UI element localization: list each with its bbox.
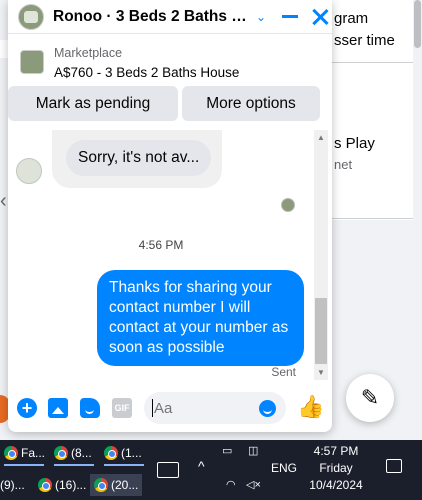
- minimize-icon[interactable]: [282, 15, 298, 18]
- notification-icon[interactable]: [386, 459, 402, 473]
- taskbar-active-indicator: [4, 464, 44, 466]
- chrome-icon: [38, 478, 52, 492]
- taskbar-chrome-window-active[interactable]: (20...: [90, 474, 143, 496]
- contact-avatar[interactable]: [18, 3, 44, 30]
- scroll-down-arrow-icon[interactable]: ▼: [317, 368, 325, 377]
- photo-icon[interactable]: [48, 398, 68, 418]
- taskbar-chrome-window[interactable]: Fa...: [4, 442, 45, 464]
- taskbar-item-label: (16)...: [55, 478, 87, 492]
- received-message-container: Sorry, it's not av...: [52, 130, 222, 188]
- listing-title[interactable]: A$760 - 3 Beds 2 Baths House: [54, 65, 239, 80]
- scroll-up-arrow-icon[interactable]: ▲: [317, 133, 325, 142]
- sent-message[interactable]: Thanks for sharing your contact number I…: [97, 270, 304, 366]
- page-scrollbar[interactable]: [413, 0, 422, 440]
- more-options-button[interactable]: More options: [182, 86, 320, 121]
- divider: [318, 62, 422, 63]
- chat-title[interactable]: Ronoo · 3 Beds 2 Baths Ho...: [53, 8, 248, 26]
- volume-muted-icon[interactable]: ◁×: [246, 478, 261, 491]
- page-scrollbar-thumb[interactable]: [414, 0, 421, 48]
- meet-now-icon[interactable]: ◫: [248, 444, 258, 457]
- clock-time: 4:57 PM: [313, 444, 359, 458]
- listing-thumbnail[interactable]: [20, 50, 44, 74]
- background-item-text[interactable]: gram: [334, 10, 368, 27]
- chat-scrollbar-thumb[interactable]: [315, 298, 327, 364]
- chrome-icon: [94, 478, 108, 492]
- message-timestamp: 4:56 PM: [138, 238, 184, 252]
- chrome-icon: [104, 446, 118, 460]
- taskbar-active-indicator: [54, 464, 94, 466]
- wifi-icon[interactable]: ◠: [226, 478, 236, 491]
- mark-as-pending-button[interactable]: Mark as pending: [8, 86, 178, 121]
- taskbar-item-label: Fa...: [21, 446, 46, 460]
- sticker-icon[interactable]: [80, 398, 100, 418]
- chat-header[interactable]: Ronoo · 3 Beds 2 Baths Ho... ⌄: [8, 0, 332, 34]
- message-composer: + GIF 👍: [8, 388, 332, 428]
- chevron-down-icon[interactable]: ⌄: [256, 10, 272, 24]
- chrome-icon: [4, 446, 18, 460]
- taskbar-item-label: (9)...: [0, 478, 25, 492]
- gif-icon[interactable]: GIF: [112, 398, 132, 418]
- plus-icon[interactable]: +: [17, 398, 37, 418]
- seen-indicator-avatar: [281, 198, 295, 212]
- thumbs-up-icon[interactable]: 👍: [297, 394, 324, 420]
- taskbar-active-indicator: [104, 464, 144, 466]
- task-view-icon[interactable]: [157, 462, 179, 478]
- compose-icon: ✎: [360, 385, 380, 410]
- taskbar-item-label: (1...: [121, 446, 142, 460]
- new-message-button[interactable]: ✎: [346, 374, 394, 422]
- text-caret: [152, 399, 153, 417]
- background-item-text[interactable]: s Play: [334, 135, 375, 152]
- clock-day: Friday: [319, 461, 353, 475]
- sent-status: Sent: [271, 365, 296, 379]
- marketplace-label: Marketplace: [54, 46, 123, 60]
- clock-date: 10/4/2024: [309, 478, 363, 492]
- taskbar-item-label: (8...: [71, 446, 92, 460]
- taskbar-chrome-window[interactable]: (16)...: [38, 474, 86, 496]
- taskbar-chrome-window[interactable]: (9)...: [0, 474, 25, 496]
- taskbar-clock[interactable]: 4:57 PM Friday 10/4/2024: [300, 443, 372, 494]
- message-list[interactable]: Sorry, it's not av... 4:56 PM Thanks for…: [8, 130, 332, 380]
- background-item-text[interactable]: sser time: [334, 32, 395, 49]
- chevron-left-icon[interactable]: ‹: [0, 190, 7, 213]
- taskbar-chrome-window[interactable]: (1...: [104, 442, 142, 464]
- battery-icon[interactable]: ▭: [222, 444, 232, 457]
- emoji-icon[interactable]: [259, 400, 276, 417]
- marketplace-panel: Marketplace A$760 - 3 Beds 2 Baths House…: [8, 36, 332, 128]
- chat-window: Ronoo · 3 Beds 2 Baths Ho... ⌄ Marketpla…: [8, 0, 332, 432]
- show-hidden-icons-chevron-icon[interactable]: ^: [198, 458, 205, 474]
- close-icon[interactable]: [310, 7, 330, 27]
- divider: [318, 218, 422, 219]
- sender-avatar[interactable]: [16, 158, 42, 184]
- taskbar-item-label: (20...: [111, 478, 139, 492]
- language-indicator[interactable]: ENG: [271, 461, 297, 475]
- received-message[interactable]: Sorry, it's not av...: [66, 140, 212, 176]
- background-item-subtext: net: [334, 157, 353, 172]
- chrome-icon: [54, 446, 68, 460]
- taskbar-chrome-window[interactable]: (8...: [54, 442, 92, 464]
